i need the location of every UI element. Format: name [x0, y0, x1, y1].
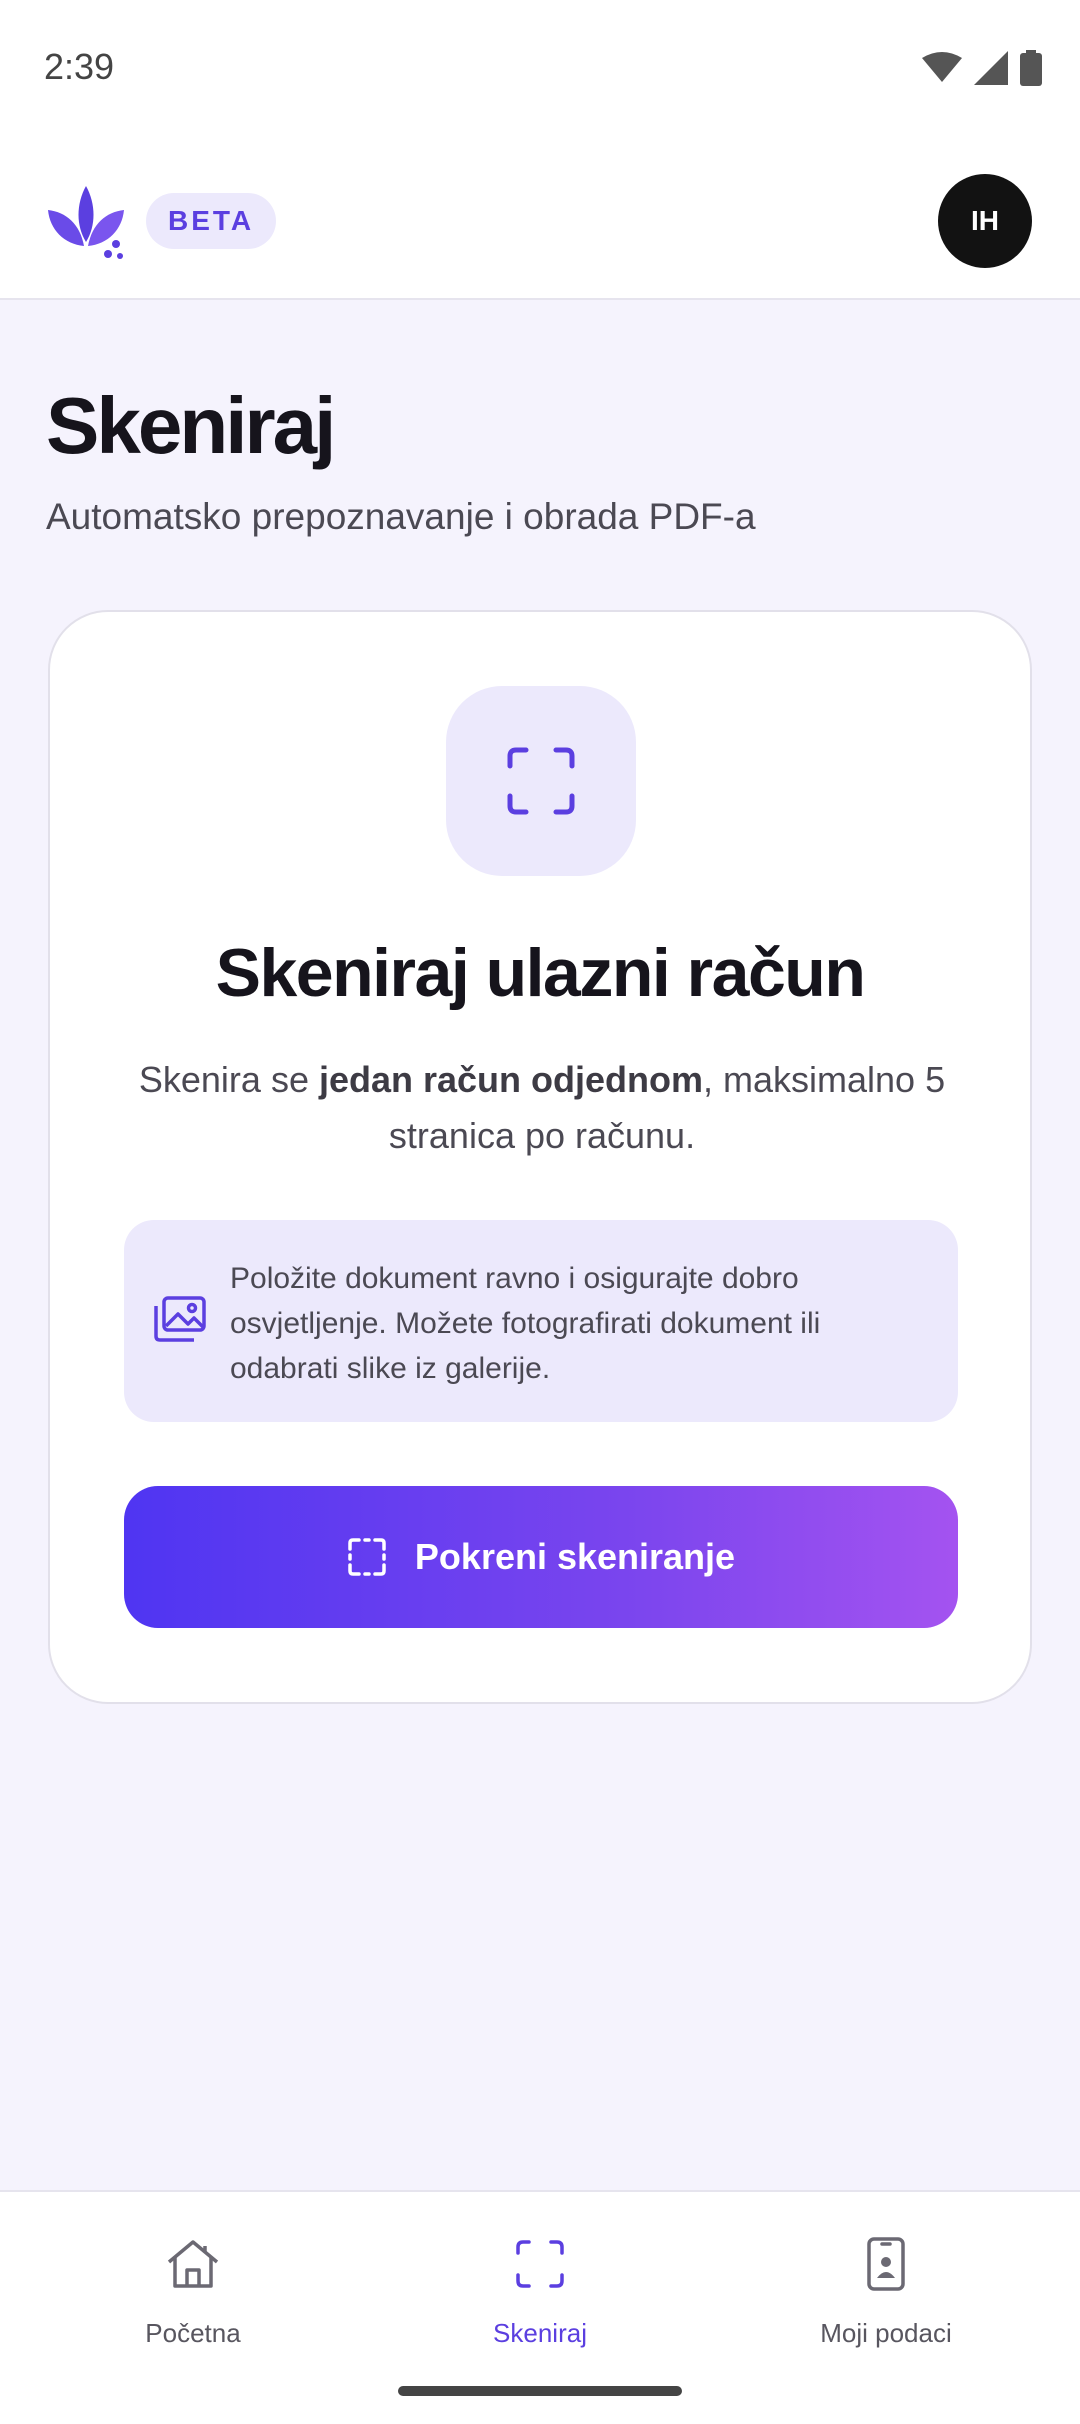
avatar-initials: IH	[971, 205, 999, 236]
nav-label-home: Početna	[145, 2318, 241, 2348]
status-bar: 2:39	[0, 0, 1080, 140]
start-scan-label: Pokreni skeniranje	[414, 1536, 736, 1577]
status-time: 2:39	[44, 46, 115, 87]
tip-text: Položite dokument ravno i osigurajte dob…	[230, 1262, 821, 1385]
scan-frame-icon	[507, 747, 575, 815]
nav-item-home[interactable]: Početna	[43, 2234, 343, 2349]
nav-item-scan[interactable]: Skeniraj	[390, 2234, 690, 2349]
avatar[interactable]: IH	[938, 174, 1032, 268]
nav-item-my-data[interactable]: Moji podaci	[736, 2234, 1036, 2349]
scan-button-icon	[348, 1538, 386, 1576]
scan-screen: 2:39 BETA IH Skeniraj Automatsko prepozn…	[0, 0, 1080, 2424]
images-icon	[154, 1296, 206, 1342]
page-subtitle: Automatsko prepoznavanje i obrada PDF-a	[46, 496, 756, 537]
page-title: Skeniraj	[46, 381, 336, 470]
nav-label-my-data: Moji podaci	[820, 2318, 952, 2348]
home-indicator[interactable]	[398, 2386, 682, 2396]
status-icons	[922, 50, 1042, 86]
leaf-logo-icon[interactable]	[46, 180, 126, 262]
battery-icon	[1020, 50, 1042, 86]
scan-icon	[516, 2240, 564, 2288]
cell-signal-icon	[974, 51, 1008, 85]
app-header: BETA IH	[0, 140, 1080, 300]
phone-profile-icon	[867, 2237, 905, 2291]
card-description-prefix: Skenira se	[138, 1059, 319, 1100]
home-icon	[167, 2240, 219, 2288]
card-title: Skeniraj ulazni račun	[215, 935, 866, 1011]
scan-tile	[446, 686, 636, 876]
card-description-bold: jedan račun odjednom	[318, 1059, 704, 1100]
beta-badge: BETA	[146, 193, 277, 249]
card-description: Skenira se jedan račun odjednom, maksima…	[110, 1052, 974, 1164]
scan-card: Skeniraj ulazni račun Skenira se jedan r…	[48, 610, 1032, 1704]
start-scan-button[interactable]: Pokreni skeniranje	[124, 1486, 958, 1628]
tip-box: Položite dokument ravno i osigurajte dob…	[124, 1220, 958, 1422]
wifi-icon	[922, 52, 962, 82]
nav-label-scan: Skeniraj	[493, 2318, 587, 2348]
